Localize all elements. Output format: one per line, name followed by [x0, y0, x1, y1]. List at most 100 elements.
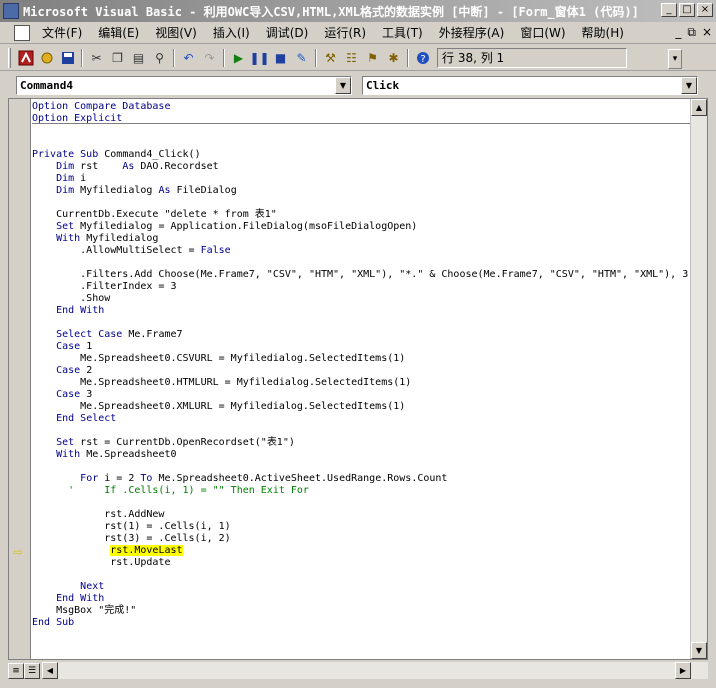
code-line[interactable]: CurrentDb.Execute "delete * from 表1"	[32, 209, 688, 221]
chevron-down-icon[interactable]: ▼	[681, 77, 697, 94]
find-icon[interactable]: ⚲	[149, 48, 170, 68]
code-line[interactable]: Me.Spreadsheet0.XMLURL = Myfiledialog.Se…	[32, 401, 688, 413]
mdi-close-button[interactable]: ×	[702, 25, 712, 40]
code-line[interactable]: Case 1	[32, 341, 688, 353]
scroll-up-icon[interactable]: ▲	[691, 99, 707, 116]
menu-view[interactable]: 视图(V)	[149, 24, 203, 41]
save-icon[interactable]	[57, 48, 78, 68]
code-line[interactable]: Option Compare Database	[32, 101, 688, 113]
run-icon[interactable]: ▶	[228, 48, 249, 68]
mdi-restore-button[interactable]: ⧉	[687, 25, 696, 40]
code-line[interactable]	[32, 197, 688, 209]
scroll-right-icon[interactable]: ▶	[675, 662, 691, 679]
mdi-minimize-button[interactable]: _	[675, 25, 681, 40]
code-line[interactable]: Option Explicit	[32, 113, 688, 125]
procedure-dropdown[interactable]: Click ▼	[362, 76, 698, 95]
code-line[interactable]: ' If .Cells(i, 1) = "" Then Exit For	[32, 485, 688, 497]
menu-help[interactable]: 帮助(H)	[576, 24, 630, 41]
code-line[interactable]: Next	[32, 581, 688, 593]
reset-icon[interactable]: ■	[270, 48, 291, 68]
minimize-button[interactable]: _	[661, 3, 677, 17]
undo-icon[interactable]: ↶	[178, 48, 199, 68]
code-line[interactable]	[32, 425, 688, 437]
design-mode-icon[interactable]: ✎	[291, 48, 312, 68]
menu-edit[interactable]: 编辑(E)	[92, 24, 145, 41]
menu-tools[interactable]: 工具(T)	[376, 24, 429, 41]
code-line[interactable]: For i = 2 To Me.Spreadsheet0.ActiveSheet…	[32, 473, 688, 485]
code-line[interactable]	[32, 257, 688, 269]
code-line[interactable]: .FilterIndex = 3	[32, 281, 688, 293]
insert-module-icon[interactable]	[36, 48, 57, 68]
vertical-scrollbar[interactable]: ▲ ▼	[690, 99, 707, 659]
menu-insert[interactable]: 插入(I)	[207, 24, 256, 41]
code-line[interactable]: Case 2	[32, 365, 688, 377]
code-line[interactable]: rst(3) = .Cells(i, 2)	[32, 533, 688, 545]
code-area[interactable]: Option Compare Database Option Explicit Pr…	[32, 99, 690, 659]
code-line[interactable]: Private Sub Command4_Click()	[32, 149, 688, 161]
view-access-icon[interactable]	[15, 48, 36, 68]
code-window-icon[interactable]	[14, 24, 30, 41]
project-explorer-icon[interactable]: ⚒	[320, 48, 341, 68]
bottom-bar: ≡ ☰ ◀ ▶	[8, 662, 708, 679]
help-icon[interactable]: ?	[412, 48, 433, 68]
code-line[interactable]: Select Case Me.Frame7	[32, 329, 688, 341]
toolbar-separator	[407, 48, 409, 67]
code-line[interactable]: Set rst = CurrentDb.OpenRecordset("表1")	[32, 437, 688, 449]
scroll-left-icon[interactable]: ◀	[42, 662, 58, 679]
code-line[interactable]: End With	[32, 305, 688, 317]
code-line[interactable]: rst(1) = .Cells(i, 1)	[32, 521, 688, 533]
code-line[interactable]: Me.Spreadsheet0.CSVURL = Myfiledialog.Se…	[32, 353, 688, 365]
break-icon[interactable]: ❚❚	[249, 48, 270, 68]
code-line[interactable]: Case 3	[32, 389, 688, 401]
code-line[interactable]: Set Myfiledialog = Application.FileDialo…	[32, 221, 688, 233]
code-line[interactable]: With Me.Spreadsheet0	[32, 449, 688, 461]
code-line[interactable]: Dim rst As DAO.Recordset	[32, 161, 688, 173]
scroll-down-icon[interactable]: ▼	[691, 642, 707, 659]
procedure-view-icon[interactable]: ≡	[8, 662, 24, 679]
chevron-down-icon[interactable]: ▼	[335, 77, 351, 94]
paste-icon[interactable]: ▤	[128, 48, 149, 68]
menu-run[interactable]: 运行(R)	[318, 24, 372, 41]
horizontal-scrollbar[interactable]: ◀ ▶	[42, 662, 708, 679]
code-line[interactable]: With Myfiledialog	[32, 233, 688, 245]
toolbar-separator	[173, 48, 175, 67]
code-line[interactable]: rst.AddNew	[32, 509, 688, 521]
close-button[interactable]: ×	[697, 3, 713, 17]
code-line[interactable]	[32, 461, 688, 473]
toolbar-grip[interactable]	[8, 47, 11, 68]
menu-addins[interactable]: 外接程序(A)	[433, 24, 511, 41]
code-line[interactable]: MsgBox "完成!"	[32, 605, 688, 617]
code-line[interactable]: Dim Myfiledialog As FileDialog	[32, 185, 688, 197]
code-line[interactable]: End Select	[32, 413, 688, 425]
menu-file[interactable]: 文件(F)	[36, 24, 88, 41]
code-line[interactable]: End Sub	[32, 617, 688, 629]
full-module-view-icon[interactable]: ☰	[24, 662, 40, 679]
margin-indicator-bar[interactable]: ⇨	[9, 99, 31, 659]
object-dropdown[interactable]: Command4 ▼	[16, 76, 352, 95]
code-line[interactable]	[32, 137, 688, 149]
code-line[interactable]	[32, 125, 688, 137]
redo-icon[interactable]: ↷	[199, 48, 220, 68]
code-line[interactable]	[32, 497, 688, 509]
code-line[interactable]	[32, 569, 688, 581]
copy-icon[interactable]: ❐	[107, 48, 128, 68]
properties-window-icon[interactable]: ☷	[341, 48, 362, 68]
toolbox-icon[interactable]: ✱	[383, 48, 404, 68]
code-line[interactable]: .Filters.Add Choose(Me.Frame7, "CSV", "H…	[32, 269, 688, 281]
menu-debug[interactable]: 调试(D)	[260, 24, 315, 41]
code-line[interactable]: rst.Update	[32, 557, 688, 569]
code-line[interactable]	[32, 317, 688, 329]
code-line[interactable]: Me.Spreadsheet0.HTMLURL = Myfiledialog.S…	[32, 377, 688, 389]
code-line[interactable]: Dim i	[32, 173, 688, 185]
object-browser-icon[interactable]: ⚑	[362, 48, 383, 68]
code-text[interactable]: Option Compare Database Option Explicit Pr…	[32, 101, 688, 629]
maximize-button[interactable]: □	[679, 3, 695, 17]
code-line[interactable]: rst.MoveLast	[32, 545, 688, 557]
menu-window[interactable]: 窗口(W)	[514, 24, 571, 41]
code-line[interactable]: End With	[32, 593, 688, 605]
code-line[interactable]: .AllowMultiSelect = False	[32, 245, 688, 257]
mdi-controls: _ ⧉ ×	[675, 25, 712, 40]
cut-icon[interactable]: ✂	[86, 48, 107, 68]
code-line[interactable]: .Show	[32, 293, 688, 305]
toolbar-options-icon[interactable]: ▾	[668, 49, 682, 69]
